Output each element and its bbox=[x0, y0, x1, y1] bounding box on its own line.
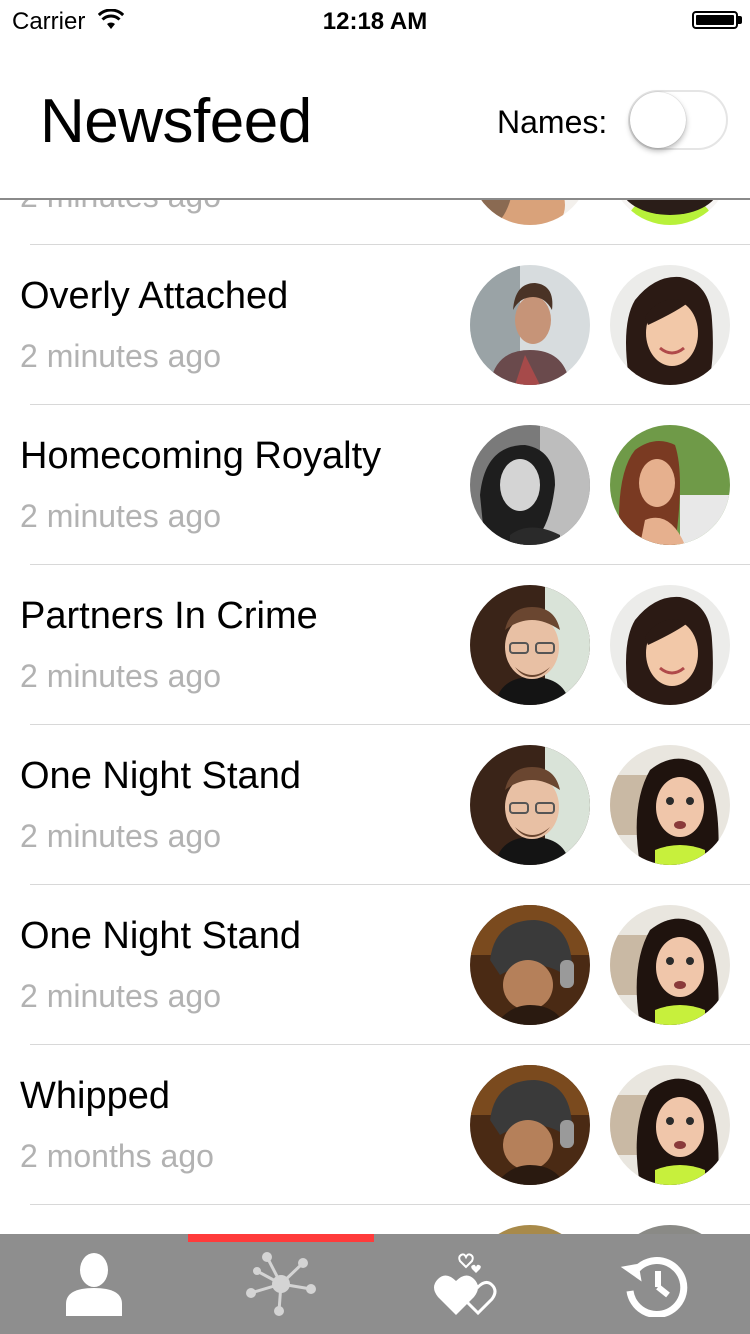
list-item[interactable]: One Night Stand 2 minutes ago bbox=[0, 725, 750, 885]
avatar[interactable] bbox=[470, 585, 590, 705]
item-timestamp: 2 minutes ago bbox=[20, 338, 222, 374]
names-toggle[interactable] bbox=[628, 90, 728, 150]
avatar[interactable] bbox=[610, 425, 730, 545]
list-item[interactable]: Whipped 2 months ago bbox=[0, 1045, 750, 1205]
list-item[interactable]: Homecoming Royalty 2 minutes ago bbox=[0, 405, 750, 565]
person-icon bbox=[65, 1253, 122, 1316]
avatar[interactable] bbox=[470, 1065, 590, 1185]
item-title: Whipped bbox=[20, 1075, 170, 1117]
item-timestamp: 2 minutes ago bbox=[20, 978, 222, 1014]
item-title: Partners In Crime bbox=[20, 595, 318, 637]
avatar[interactable] bbox=[610, 265, 730, 385]
hearts-icon bbox=[433, 1253, 496, 1316]
battery-icon bbox=[692, 11, 738, 29]
item-title: One Night Stand bbox=[20, 755, 301, 797]
avatar[interactable] bbox=[470, 905, 590, 1025]
item-title: Homecoming Royalty bbox=[20, 435, 382, 477]
list-item[interactable]: Overly Attached 2 minutes ago bbox=[0, 245, 750, 405]
network-icon bbox=[245, 1252, 316, 1316]
tab-profile[interactable] bbox=[0, 1234, 187, 1334]
avatar[interactable] bbox=[610, 1065, 730, 1185]
item-timestamp: 2 minutes ago bbox=[20, 818, 222, 854]
names-toggle-label: Names: bbox=[497, 104, 608, 140]
newsfeed-list[interactable]: 2 minutes ago Overly Attached 2 minutes … bbox=[0, 85, 750, 1234]
avatar[interactable] bbox=[470, 1225, 590, 1234]
item-timestamp: 2 minutes ago bbox=[20, 498, 222, 534]
toggle-knob bbox=[630, 92, 686, 148]
avatar[interactable] bbox=[610, 1225, 730, 1234]
list-item[interactable]: Partners In Crime 2 minutes ago bbox=[0, 565, 750, 725]
avatar[interactable] bbox=[610, 745, 730, 865]
status-bar: Carrier 12:18 AM bbox=[0, 0, 750, 40]
item-timestamp: 2 minutes ago bbox=[20, 658, 222, 694]
item-title: Overly Attached bbox=[20, 275, 289, 317]
avatar[interactable] bbox=[610, 905, 730, 1025]
item-title: One Night Stand bbox=[20, 915, 301, 957]
list-item[interactable] bbox=[0, 1205, 750, 1234]
avatar[interactable] bbox=[470, 265, 590, 385]
newsfeed-header: Newsfeed Names: bbox=[0, 40, 750, 200]
tab-history[interactable] bbox=[561, 1234, 748, 1334]
history-icon bbox=[620, 1257, 687, 1317]
avatar[interactable] bbox=[470, 425, 590, 545]
tab-network[interactable] bbox=[187, 1234, 374, 1334]
tab-matches[interactable] bbox=[374, 1234, 561, 1334]
tab-bar bbox=[0, 1234, 750, 1334]
item-timestamp: 2 months ago bbox=[20, 1138, 214, 1174]
clock: 12:18 AM bbox=[322, 8, 428, 35]
page-title: Newsfeed bbox=[40, 87, 312, 156]
list-item[interactable]: One Night Stand 2 minutes ago bbox=[0, 885, 750, 1045]
avatar[interactable] bbox=[610, 585, 730, 705]
battery-tip bbox=[738, 16, 742, 24]
avatar[interactable] bbox=[470, 745, 590, 865]
